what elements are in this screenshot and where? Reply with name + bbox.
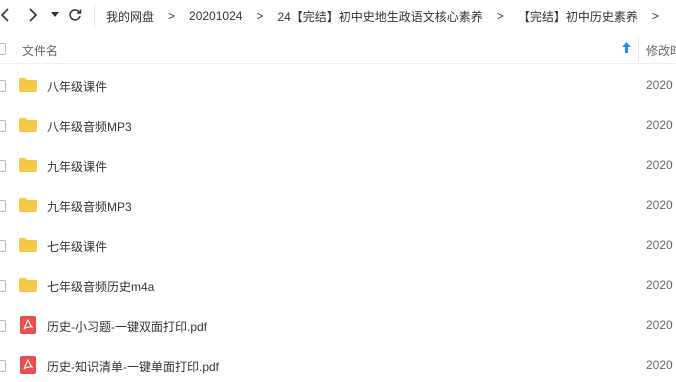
file-name[interactable]: 历史-小习题-一键双面打印.pdf — [47, 318, 207, 335]
row-checkbox[interactable] — [0, 160, 6, 172]
folder-icon — [18, 115, 38, 135]
toolbar-divider — [94, 5, 95, 27]
file-name[interactable]: 历史-知识清单-一键单面打印.pdf — [47, 358, 219, 375]
breadcrumb-item-collection[interactable]: 24【完结】初中史地生政语文核心素养 — [271, 8, 488, 25]
file-name[interactable]: 八年级音频MP3 — [47, 118, 132, 135]
pdf-file-icon — [18, 315, 38, 335]
file-name[interactable]: 九年级课件 — [47, 158, 107, 175]
breadcrumb-separator: > — [651, 9, 659, 23]
folder-icon — [18, 275, 38, 295]
table-row[interactable]: 九年级音频MP3 2020 — [0, 186, 676, 226]
select-all-checkbox[interactable] — [0, 43, 6, 55]
row-checkbox[interactable] — [0, 320, 6, 332]
breadcrumb-item-root[interactable]: 我的网盘 — [100, 8, 160, 25]
breadcrumb-item-current[interactable]: 【完结】初中历史素养 — [512, 8, 644, 25]
folder-icon — [18, 195, 38, 215]
modified-date: 2020 — [646, 158, 673, 172]
table-row[interactable]: 八年级课件 2020 — [0, 66, 676, 106]
modified-date: 2020 — [646, 118, 673, 132]
modified-date: 2020 — [646, 238, 673, 252]
file-name[interactable]: 八年级课件 — [47, 78, 107, 95]
table-row[interactable]: 八年级音频MP3 2020 — [0, 106, 676, 146]
row-checkbox[interactable] — [0, 280, 6, 292]
chevron-left-icon[interactable] — [0, 6, 14, 24]
file-name[interactable]: 七年级音频历史m4a — [47, 278, 154, 295]
row-checkbox[interactable] — [0, 80, 6, 92]
folder-icon — [18, 75, 38, 95]
breadcrumb-item-date[interactable]: 20201024 — [183, 9, 248, 23]
table-row[interactable]: 九年级课件 2020 — [0, 146, 676, 186]
table-row[interactable]: 历史-知识清单-一键单面打印.pdf 2020 — [0, 346, 676, 382]
chevron-right-icon[interactable] — [24, 6, 42, 24]
folder-icon — [18, 155, 38, 175]
file-name[interactable]: 七年级课件 — [47, 238, 107, 255]
caret-down-icon[interactable] — [46, 6, 64, 24]
breadcrumb: 我的网盘 > 20201024 > 24【完结】初中史地生政语文核心素养 > 【… — [100, 0, 667, 32]
row-checkbox[interactable] — [0, 240, 6, 252]
folder-icon — [18, 235, 38, 255]
modified-date: 2020 — [646, 78, 673, 92]
column-header-name[interactable]: 文件名 — [22, 42, 58, 59]
modified-date: 2020 — [646, 318, 673, 332]
table-row[interactable]: 七年级音频历史m4a 2020 — [0, 266, 676, 306]
file-list-header: 文件名 修改时 — [0, 34, 676, 64]
column-header-modified[interactable]: 修改时 — [646, 42, 676, 59]
modified-date: 2020 — [646, 198, 673, 212]
breadcrumb-separator: > — [168, 9, 176, 23]
sort-ascending-icon[interactable] — [622, 42, 631, 53]
row-checkbox[interactable] — [0, 200, 6, 212]
file-name[interactable]: 九年级音频MP3 — [47, 198, 132, 215]
modified-date: 2020 — [646, 278, 673, 292]
row-checkbox[interactable] — [0, 360, 6, 372]
modified-date: 2020 — [646, 358, 673, 372]
navigation-bar: 我的网盘 > 20201024 > 24【完结】初中史地生政语文核心素养 > 【… — [0, 0, 676, 32]
column-divider[interactable] — [638, 38, 639, 62]
table-row[interactable]: 七年级课件 2020 — [0, 226, 676, 266]
breadcrumb-separator: > — [256, 9, 264, 23]
table-row[interactable]: 历史-小习题-一键双面打印.pdf 2020 — [0, 306, 676, 346]
refresh-icon[interactable] — [66, 6, 84, 24]
breadcrumb-separator: > — [496, 9, 504, 23]
row-checkbox[interactable] — [0, 120, 6, 132]
pdf-file-icon — [18, 355, 38, 375]
